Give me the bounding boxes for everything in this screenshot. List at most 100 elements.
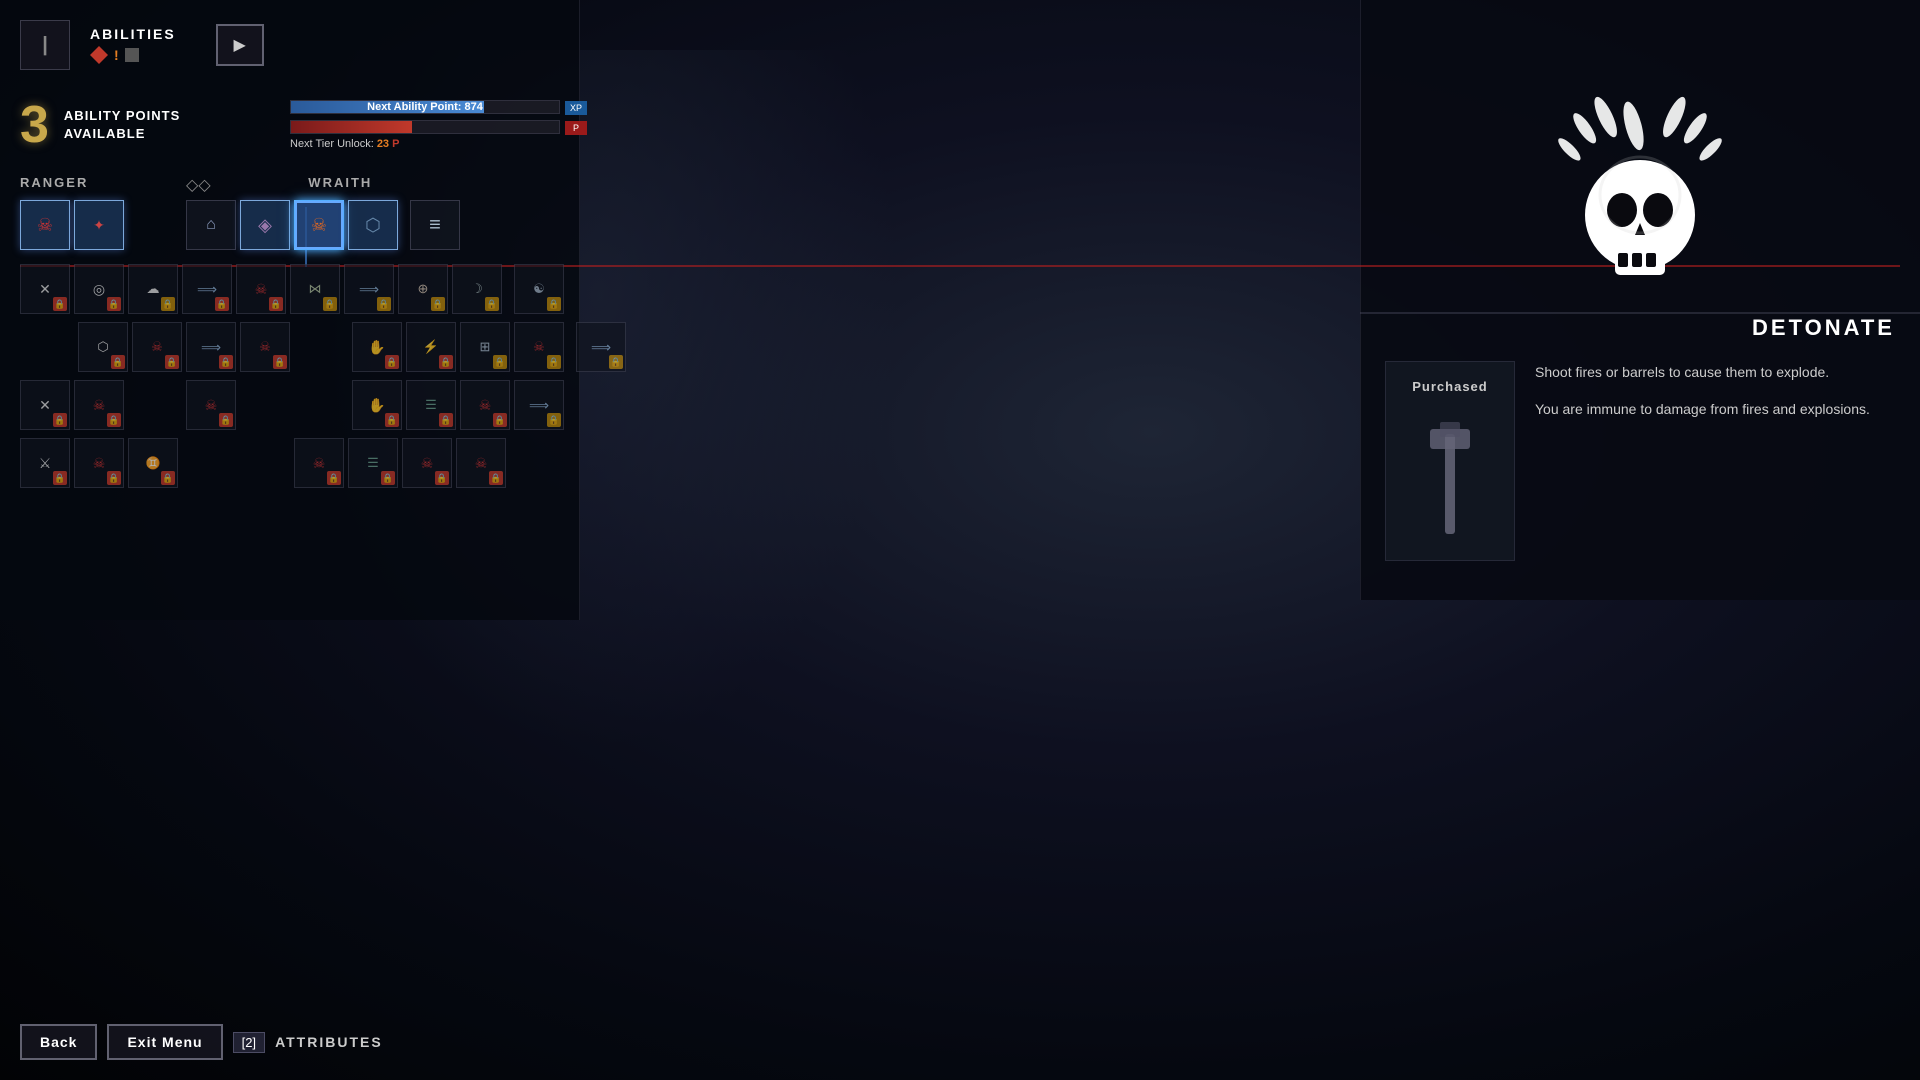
lock-badge: 🔒 (439, 355, 453, 369)
skill-btn-w1-2[interactable]: ◈ (240, 200, 290, 250)
skill-btn-r5-2[interactable]: ☠ 🔒 (74, 438, 124, 488)
skill-btn-w2-5[interactable]: ☯ 🔒 (514, 264, 564, 314)
skill-btn-w1-4[interactable]: ⬡ (348, 200, 398, 250)
lock-badge-gold: 🔒 (485, 297, 499, 311)
skill-btn-r2-1[interactable]: ✕ 🔒 (20, 264, 70, 314)
attributes-label: ATTRIBUTES (275, 1034, 383, 1050)
ability-desc-1: Shoot fires or barrels to cause them to … (1535, 361, 1895, 383)
skill-btn-w4-2[interactable]: ☰ 🔒 (406, 380, 456, 430)
skill-btn-r5-3[interactable]: ♊ 🔒 (128, 438, 178, 488)
skill-btn-r2-5[interactable]: ☠ 🔒 (236, 264, 286, 314)
lock-badge-gold: 🔒 (609, 355, 623, 369)
skill-btn-w2-1[interactable]: ⋈ 🔒 (290, 264, 340, 314)
skill-btn-r3-3[interactable]: ⟹ 🔒 (186, 322, 236, 372)
tier-bar-container: P Next Tier Unlock: 23 P (290, 120, 560, 150)
skill-btn-w4-4[interactable]: ⟹ 🔒 (514, 380, 564, 430)
lock-badge-gold: 🔒 (323, 297, 337, 311)
ap-label-2: AVAILABLE (64, 125, 180, 143)
skill-icon: ☠ (93, 455, 106, 472)
skill-icon: ⊕ (418, 281, 429, 297)
skill-btn-r3-2[interactable]: ☠ 🔒 (132, 322, 182, 372)
skull-flame-icon (1540, 95, 1740, 295)
skill-row-1: ☠ ✦ ⌂ ◈ ☠ ⬡ ≡ (20, 200, 460, 250)
skill-btn-r3-1[interactable]: ⬡ 🔒 (78, 322, 128, 372)
skill-btn-w5-3[interactable]: ☠ 🔒 (402, 438, 452, 488)
skill-btn-r3-4[interactable]: ☠ 🔒 (240, 322, 290, 372)
skill-icon: ⬡ (97, 339, 108, 355)
tab-pipe: | (42, 34, 48, 57)
skill-btn-r2-4[interactable]: ⟹ 🔒 (182, 264, 232, 314)
lock-badge-gold: 🔒 (547, 413, 561, 427)
ap-badge: XP (565, 101, 587, 115)
skill-btn-w4-3[interactable]: ☠ 🔒 (460, 380, 510, 430)
attr-key: [2] (233, 1032, 265, 1053)
lock-badge-gold: 🔒 (161, 297, 175, 311)
lock-badge: 🔒 (215, 297, 229, 311)
lock-badge: 🔒 (53, 297, 67, 311)
skill-icon: ◈ (258, 215, 272, 236)
skill-btn-w3-4[interactable]: ☠ 🔒 (514, 322, 564, 372)
skill-icon: ☠ (151, 339, 163, 355)
back-button[interactable]: Back (20, 1024, 97, 1060)
skill-btn-w2-4[interactable]: ☽ 🔒 (452, 264, 502, 314)
skill-btn-r4-2[interactable]: ☠ 🔒 (74, 380, 124, 430)
ability-points-section: 3 ABILITY POINTS AVAILABLE (20, 95, 180, 155)
skill-btn-w5-2[interactable]: ☰ 🔒 (348, 438, 398, 488)
skill-btn-w5-4[interactable]: ☠ 🔒 (456, 438, 506, 488)
skill-icon: ✕ (39, 281, 51, 298)
skill-btn-r1-1[interactable]: ☠ (20, 200, 70, 250)
skill-icon: ⟹ (529, 397, 549, 414)
ability-text: Shoot fires or barrels to cause them to … (1535, 361, 1895, 436)
skill-btn-w1-5[interactable]: ≡ (410, 200, 460, 250)
skill-icon: ⊞ (480, 339, 491, 355)
skill-icon: ✕ (39, 397, 51, 414)
ability-image: Purchased (1385, 361, 1515, 561)
forward-arrow: ▶ (234, 35, 246, 55)
skill-btn-w3-1[interactable]: ✋ 🔒 (352, 322, 402, 372)
lock-badge-gold: 🔒 (547, 355, 561, 369)
skill-icon: ☠ (479, 397, 492, 414)
exit-menu-button[interactable]: Exit Menu (107, 1024, 222, 1060)
section-labels: RANGER ◇◇ WRAITH (20, 175, 570, 195)
diamond-icon (90, 46, 108, 64)
skill-btn-r4-1[interactable]: ✕ 🔒 (20, 380, 70, 430)
lock-badge-gold: 🔒 (493, 355, 507, 369)
lock-badge: 🔒 (219, 355, 233, 369)
skill-btn-w2-2[interactable]: ⟹ 🔒 (344, 264, 394, 314)
skill-btn-r5-1[interactable]: ⚔ 🔒 (20, 438, 70, 488)
skill-icon: ☠ (313, 455, 326, 472)
lock-badge: 🔒 (489, 471, 503, 485)
tier-label: Next Tier Unlock: 23 P (290, 138, 560, 150)
skill-icon: ☠ (205, 397, 218, 414)
skill-btn-w3-3[interactable]: ⊞ 🔒 (460, 322, 510, 372)
lock-badge: 🔒 (327, 471, 341, 485)
forward-button[interactable]: ▶ (216, 24, 264, 66)
skill-btn-r2-3[interactable]: ☁ 🔒 (128, 264, 178, 314)
square-icon (125, 48, 139, 62)
skill-btn-w2-3[interactable]: ⊕ 🔒 (398, 264, 448, 314)
lock-badge: 🔒 (53, 471, 67, 485)
skill-icon: ☁ (147, 281, 160, 297)
lock-badge: 🔒 (107, 471, 121, 485)
skill-btn-w4-1[interactable]: ✋ 🔒 (352, 380, 402, 430)
skill-btn-w1-1[interactable]: ⌂ (186, 200, 236, 250)
tab-indicator: | (20, 20, 70, 70)
skill-icon: ☯ (533, 281, 545, 297)
skill-icon: ⟹ (201, 339, 221, 356)
skill-btn-w3-5[interactable]: ⟹ 🔒 (576, 322, 626, 372)
skill-btn-r1-2[interactable]: ✦ (74, 200, 124, 250)
selected-glow (295, 201, 343, 249)
ap-label: ABILITY POINTS (64, 107, 180, 125)
ability-content: Purchased Shoot fires or barrels to caus… (1385, 361, 1895, 561)
skill-btn-w5-1[interactable]: ☠ 🔒 (294, 438, 344, 488)
skill-btn-w3-2[interactable]: ⚡ 🔒 (406, 322, 456, 372)
skill-btn-r4-3[interactable]: ☠ 🔒 (186, 380, 236, 430)
skill-icon: ☠ (37, 215, 53, 236)
top-bar: | ABILITIES ! ▶ (20, 20, 264, 70)
skill-icon: ✦ (93, 217, 105, 234)
lock-badge-gold: 🔒 (431, 297, 445, 311)
ap-bar-container: Next Ability Point: 874 XP (290, 100, 560, 114)
lock-badge: 🔒 (219, 413, 233, 427)
skill-btn-w1-3[interactable]: ☠ (294, 200, 344, 250)
skill-btn-r2-2[interactable]: ◎ 🔒 (74, 264, 124, 314)
